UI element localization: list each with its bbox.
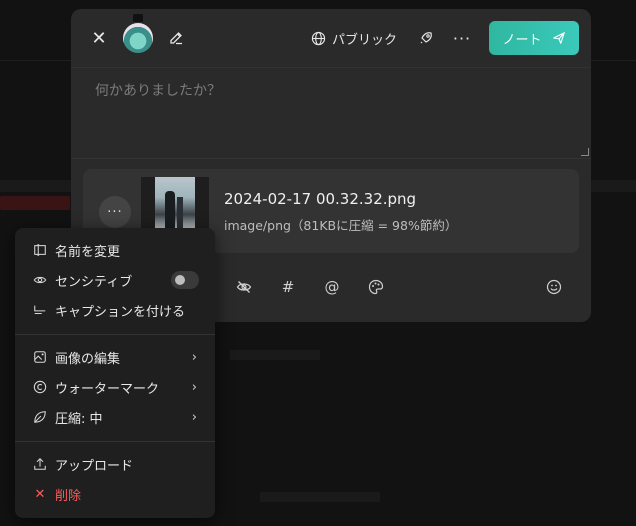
- attachment-filename: 2024-02-17 00.32.32.png: [224, 190, 417, 208]
- send-icon: [552, 32, 565, 44]
- visibility-label: パブリック: [332, 32, 398, 48]
- emoji-button[interactable]: [542, 275, 566, 299]
- visibility-button[interactable]: パブリック: [311, 25, 397, 51]
- close-button[interactable]: ✕: [87, 26, 111, 50]
- caption-icon: [33, 303, 47, 317]
- chevron-right-icon: ›: [191, 379, 197, 395]
- menu-item-upload[interactable]: アップロード: [15, 450, 215, 478]
- note-placeholder: 何かありましたか？: [95, 83, 221, 99]
- menu-item-label: 画像の編集: [55, 351, 121, 367]
- thumbnail-figure: [165, 191, 175, 231]
- eye-warning-icon: [33, 273, 47, 287]
- eye-off-icon: [236, 281, 252, 293]
- menu-item-watermark[interactable]: ウォーターマーク ›: [15, 373, 215, 401]
- background-band: [260, 492, 380, 502]
- menu-item-delete[interactable]: ✕ 削除: [15, 480, 215, 508]
- menu-item-label: 圧縮: 中: [55, 411, 103, 427]
- attachment-menu-button[interactable]: ···: [99, 196, 131, 228]
- pen-icon: [170, 32, 182, 45]
- more-icon: ···: [452, 28, 472, 48]
- menu-item-label: 名前を変更: [55, 244, 121, 260]
- menu-item-label: 削除: [55, 488, 82, 504]
- cw-toggle-button[interactable]: [232, 275, 256, 299]
- chevron-right-icon: ›: [191, 349, 197, 365]
- chevron-right-icon: ›: [191, 409, 197, 425]
- hashtag-button[interactable]: #: [276, 275, 300, 299]
- palette-icon: [368, 279, 384, 295]
- copyright-icon: [33, 380, 47, 394]
- menu-item-compression[interactable]: 圧縮: 中 ›: [15, 403, 215, 431]
- rocket-icon: [420, 32, 432, 44]
- menu-item-label: アップロード: [55, 458, 134, 474]
- menu-item-caption[interactable]: キャプションを付ける: [15, 296, 215, 324]
- account-switch-button[interactable]: [164, 26, 188, 50]
- leaf-icon: [33, 410, 47, 424]
- image-edit-icon: [33, 350, 47, 364]
- globe-icon: [311, 31, 326, 45]
- menu-item-label: キャプションを付ける: [55, 304, 186, 320]
- menu-item-label: ウォーターマーク: [55, 381, 160, 397]
- close-icon: ✕: [91, 27, 107, 49]
- menu-item-edit-image[interactable]: 画像の編集 ›: [15, 343, 215, 371]
- background-badge: [0, 196, 70, 210]
- note-text-input[interactable]: 何かありましたか？: [71, 67, 591, 159]
- note-submit-button[interactable]: ノート: [489, 21, 579, 55]
- menu-item-rename[interactable]: 名前を変更: [15, 236, 215, 264]
- more-options-button[interactable]: ···: [450, 26, 474, 50]
- close-icon: ✕: [34, 486, 46, 502]
- mention-button[interactable]: @: [320, 275, 344, 299]
- reaction-accept-button[interactable]: [414, 26, 438, 50]
- more-icon: ···: [107, 204, 123, 220]
- background-band: [230, 350, 320, 360]
- compose-header: ✕ パブリック ··· ノート: [71, 9, 591, 67]
- emoji-icon: [546, 279, 562, 295]
- menu-divider: [15, 441, 215, 442]
- hashtag-icon: #: [281, 278, 295, 296]
- avatar-hat: [133, 14, 143, 22]
- rename-icon: [33, 243, 47, 257]
- avatar[interactable]: [123, 23, 153, 53]
- attachment-meta: image/png（81KBに圧縮 = 98%節約）: [224, 218, 458, 233]
- sensitive-toggle[interactable]: [171, 271, 199, 289]
- upload-icon: [33, 457, 47, 471]
- attachment-context-menu: 名前を変更 センシティブ キャプションを付ける 画像の編集 › ウォーターマーク…: [15, 228, 215, 518]
- note-button-label: ノート: [502, 32, 542, 48]
- menu-item-label: センシティブ: [55, 274, 133, 290]
- toggle-knob: [175, 275, 185, 285]
- menu-item-sensitive[interactable]: センシティブ: [15, 266, 215, 294]
- thumbnail-figure: [177, 197, 183, 229]
- at-icon: @: [324, 278, 340, 296]
- menu-divider: [15, 334, 215, 335]
- mfm-button[interactable]: [364, 275, 388, 299]
- resize-handle[interactable]: [581, 148, 589, 156]
